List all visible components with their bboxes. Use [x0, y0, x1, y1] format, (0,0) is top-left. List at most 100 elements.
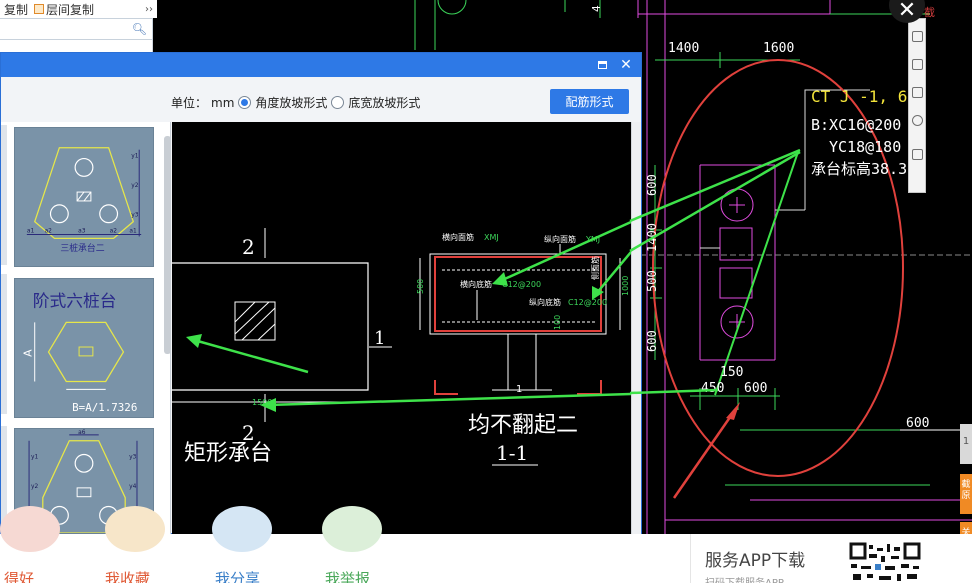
rebar-side-label: 侧面筋 [590, 256, 600, 280]
qr-code-icon[interactable] [849, 542, 921, 583]
shape-thumbnail-list[interactable]: a1 a2 a3 a2 a1 y1 y2 y3 三桩承台二 阶式六桩台 A B=… [1, 122, 171, 566]
thumbnail-scrollbar[interactable] [164, 136, 171, 354]
cad-dim-top-1: 1400 [668, 41, 699, 56]
cad-label-bx: B:XC16@200 [811, 116, 901, 134]
search-input[interactable] [0, 19, 128, 39]
section-dim-height: 500 [416, 279, 425, 294]
dialog-title-bar[interactable]: ✕ [1, 53, 641, 77]
app-download-box[interactable]: 服务APP下载 扫码下载服务APP [690, 534, 930, 583]
action-bubble [322, 506, 382, 552]
cad-dim-top-small: 4 [590, 5, 603, 12]
action-favorite[interactable]: 我收藏 [105, 568, 150, 583]
cad-label-yc: YC18@180 [829, 138, 901, 156]
cad-dim-left-3: 500 [645, 270, 659, 292]
left-panel-body [0, 40, 153, 52]
page-bottom-strip: 得好 我收藏 我分享 我举报 服务APP下载 扫码下载服务APP [0, 506, 972, 583]
shape-name-label: 矩形承台 [184, 441, 272, 466]
thumb3-dim-y1: y1 [31, 454, 38, 460]
close-icon: ✕ [620, 57, 632, 73]
thumb2-dim-a: A [22, 349, 35, 357]
cad-dim-top-2: 1600 [763, 41, 794, 56]
maximize-button[interactable] [593, 56, 611, 74]
close-icon: ✕ [897, 0, 917, 23]
preview-scrollbar[interactable] [631, 122, 641, 534]
unit-label: 单位： [171, 96, 208, 110]
thumb-stepped-six-pile-cap[interactable]: 阶式六桩台 A B=A/1.7326 [14, 278, 154, 418]
floor-copy-button[interactable]: 层间复制 [34, 1, 94, 18]
section-dim-base: 100 [553, 315, 562, 330]
thumb1-dim-y1: y1 [131, 154, 138, 160]
green-arrow [267, 392, 631, 407]
action-report[interactable]: 我举报 [325, 568, 370, 583]
rebar-top-x-label: 横向面筋 [442, 232, 474, 242]
rebar-form-button[interactable]: 配筋形式 [550, 89, 629, 114]
rebar-bottom-x-code: C12@200 [502, 280, 541, 289]
thumb1-dim-a3: a3 [78, 228, 86, 234]
section-mark-top: 2 [242, 235, 255, 259]
copy-label: 复制 [4, 2, 29, 17]
thumb3-dim-y3: y3 [129, 454, 136, 460]
unit-value: mm [211, 95, 235, 110]
section-name: 1-1 [496, 441, 528, 465]
thumb1-dim-a1: a1 [27, 228, 35, 234]
dialog-close-button[interactable]: ✕ [617, 56, 635, 74]
action-like[interactable]: 得好 [4, 568, 34, 583]
left-toolbar: 复制 层间复制 ›› [0, 0, 157, 18]
thumb1-dim-y2: y2 [131, 183, 138, 189]
thumb1-label: 三桩承台二 [60, 242, 104, 254]
width-slope-radio[interactable] [331, 96, 345, 109]
preview-note: 均不翻起二 [468, 413, 578, 438]
right-tool-strip[interactable] [908, 18, 926, 193]
component-search: 🔍︎ [0, 18, 153, 40]
thumb2-formula: B=A/1.7326 [72, 401, 137, 414]
layers-icon[interactable] [912, 59, 923, 70]
thumb-three-pile-cap[interactable]: a1 a2 a3 a2 a1 y1 y2 y3 三桩承台二 [14, 127, 154, 267]
cad-dim-bottom-3: 600 [744, 381, 767, 396]
zoom-icon[interactable] [912, 115, 923, 126]
floor-copy-label: 层间复制 [46, 2, 95, 17]
action-bubble [0, 506, 60, 552]
pile-cap-dialog: ✕ 单位： mm 角度放坡形式 底宽放坡形式 配筋形式 a1 a2 a3 a2 … [0, 52, 642, 566]
side-section-mark: 1 [374, 328, 385, 349]
section-preview[interactable]: 2 2 1 1500 矩形承台 500 1000 100 1 横向面筋 XMJ … [172, 122, 631, 534]
search-icon[interactable]: 🔍︎ [132, 22, 147, 36]
thumb3-dim-y4: y4 [129, 484, 136, 490]
thumb3-dim-y2: y2 [31, 484, 38, 490]
cad-dim-right: 600 [906, 416, 929, 431]
action-bubble [212, 506, 272, 552]
unit-row: 单位： mm 角度放坡形式 底宽放坡形式 [171, 94, 420, 111]
bottom-actions: 得好 我收藏 我分享 我举报 [0, 506, 650, 583]
cad-dim-bottom-1: 150 [720, 365, 743, 380]
side-tab-top[interactable]: 1 [960, 424, 972, 464]
dialog-body: a1 a2 a3 a2 a1 y1 y2 y3 三桩承台二 阶式六桩台 A B=… [1, 122, 641, 566]
cloud-tag: 截 [924, 6, 935, 19]
action-share[interactable]: 我分享 [215, 568, 260, 583]
thumb-selection-bar [1, 274, 7, 414]
green-arrow [193, 338, 309, 374]
dialog-toolbar: 单位： mm 角度放坡形式 底宽放坡形式 配筋形式 [1, 77, 641, 122]
app-download-subtitle: 扫码下载服务APP [705, 574, 784, 583]
side-tab-mid[interactable]: 截 原 [960, 474, 972, 514]
grid-icon[interactable] [912, 149, 923, 160]
thumb-selection-bar [1, 125, 7, 265]
window-icon[interactable] [912, 31, 923, 42]
thumb1-dim-a2: a2 [45, 228, 53, 234]
green-arrow [714, 151, 799, 396]
action-bubble [105, 506, 165, 552]
angle-slope-radio[interactable] [238, 96, 252, 109]
thumb3-dim-a6: a6 [78, 430, 86, 436]
width-slope-label[interactable]: 底宽放坡形式 [348, 94, 420, 111]
floor-copy-icon [34, 4, 45, 14]
rebar-top-y-label: 纵向面筋 [544, 234, 576, 244]
copy-icon[interactable] [912, 87, 923, 98]
angle-slope-label[interactable]: 角度放坡形式 [255, 94, 327, 111]
rebar-top-x-code: XMJ [484, 233, 499, 242]
thumb1-dim-a2b: a2 [110, 228, 118, 234]
app-download-title: 服务APP下载 [705, 551, 806, 571]
rebar-bottom-y-label: 纵向底筋 [529, 297, 561, 307]
copy-button[interactable]: 复制 [4, 1, 28, 18]
cad-dim-left-4: 600 [645, 330, 659, 352]
section-axis-mark: 1 [516, 384, 522, 395]
cad-dim-left-1: 600 [645, 174, 659, 196]
toolbar-more-button[interactable]: ›› [145, 4, 153, 15]
